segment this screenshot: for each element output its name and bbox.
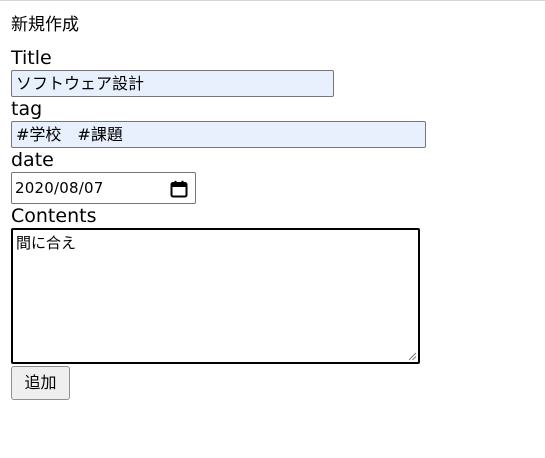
title-input[interactable]: ソフトウェア設計 [11, 70, 334, 97]
top-divider [0, 0, 545, 1]
contents-textarea[interactable]: 間に合え [11, 228, 420, 364]
new-entry-form: 新規作成 Title ソフトウェア設計 tag #学校 #課題 date 202… [11, 14, 426, 400]
date-label: date [11, 149, 54, 171]
resize-handle-icon[interactable] [407, 351, 417, 361]
tag-label: tag [11, 98, 43, 120]
date-value: 2020/08/07 [15, 179, 104, 197]
calendar-icon[interactable] [170, 180, 188, 198]
title-label: Title [11, 47, 52, 69]
date-input[interactable]: 2020/08/07 [11, 172, 196, 204]
contents-value: 間に合え [16, 234, 77, 252]
add-button[interactable]: 追加 [11, 366, 70, 400]
tag-input[interactable]: #学校 #課題 [11, 121, 426, 148]
page-title: 新規作成 [11, 15, 79, 35]
contents-label: Contents [11, 205, 97, 227]
